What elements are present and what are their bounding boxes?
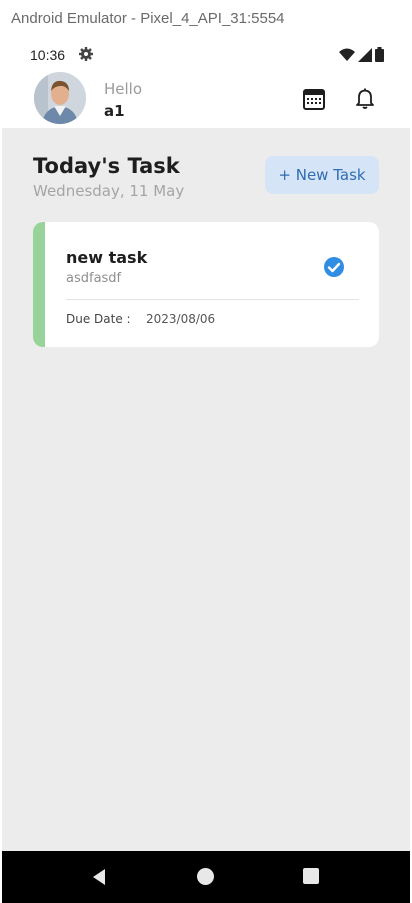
section-title: Today's Task bbox=[33, 154, 180, 178]
window-title: Android Emulator - Pixel_4_API_31:5554 bbox=[11, 10, 285, 27]
gear-icon bbox=[79, 47, 93, 61]
due-date-value: 2023/08/06 bbox=[146, 312, 216, 326]
phone-screen: 10:36 Hello a1 Today's Task Wednesday, 1… bbox=[2, 40, 410, 903]
task-name: new task bbox=[66, 248, 148, 267]
task-description: asdfasdf bbox=[66, 271, 122, 286]
user-photo bbox=[34, 72, 86, 124]
username-text: a1 bbox=[104, 102, 125, 120]
system-nav-bar bbox=[2, 851, 410, 903]
bell-icon[interactable] bbox=[353, 86, 377, 110]
task-card[interactable]: new task asdfasdf Due Date : 2023/08/06 bbox=[33, 222, 379, 347]
due-date-label: Due Date : bbox=[66, 312, 131, 326]
app-header: Hello a1 bbox=[2, 70, 410, 128]
recents-icon[interactable] bbox=[303, 868, 319, 884]
battery-icon bbox=[375, 47, 384, 62]
home-icon[interactable] bbox=[197, 868, 214, 885]
back-icon[interactable] bbox=[90, 867, 110, 887]
task-divider bbox=[66, 299, 359, 300]
check-circle-icon[interactable] bbox=[323, 256, 345, 278]
wifi-icon bbox=[339, 48, 355, 61]
signal-icon bbox=[358, 47, 372, 62]
emulator-title-bar: Android Emulator - Pixel_4_API_31:5554 bbox=[0, 0, 412, 40]
calendar-icon[interactable] bbox=[302, 87, 326, 111]
section-date: Wednesday, 11 May bbox=[33, 182, 185, 200]
greeting-text: Hello bbox=[104, 80, 143, 98]
status-icons bbox=[339, 47, 384, 62]
task-color-strip bbox=[33, 222, 45, 347]
status-bar: 10:36 bbox=[2, 40, 410, 70]
new-task-button[interactable]: + New Task bbox=[265, 156, 379, 194]
status-time: 10:36 bbox=[30, 47, 66, 63]
avatar[interactable] bbox=[34, 72, 86, 124]
